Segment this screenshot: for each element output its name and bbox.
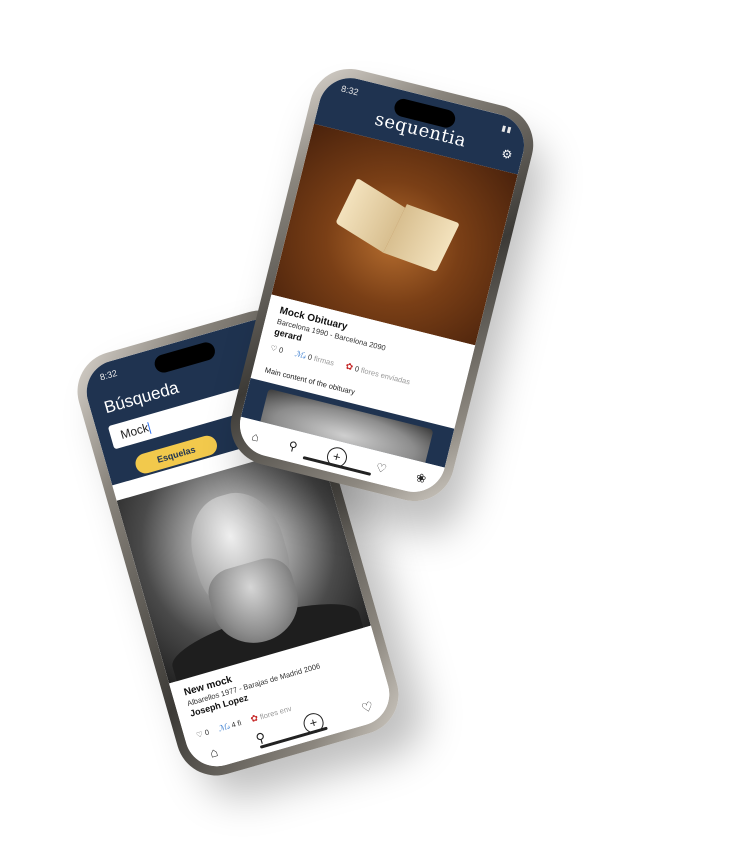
home-icon[interactable]: ⌂ <box>250 429 260 444</box>
obituary-screen: 8:32 ▮▮ sequentia ⚙ Mock Obituary Barcel… <box>233 71 531 499</box>
book-image <box>332 177 460 280</box>
flower-icon: ✿ <box>344 360 355 373</box>
search-icon[interactable]: ⚲ <box>287 438 299 454</box>
heart-icon[interactable]: ♡ <box>374 460 388 476</box>
signatures-count: 0 <box>307 351 314 362</box>
flower-nav-icon[interactable]: ❀ <box>415 470 428 486</box>
home-icon[interactable]: ⌂ <box>208 744 220 761</box>
like-button[interactable]: ♡ 0 <box>270 343 285 355</box>
like-count: 0 <box>278 345 285 355</box>
phone-obituary: 8:32 ▮▮ sequentia ⚙ Mock Obituary Barcel… <box>222 60 542 510</box>
heart-icon[interactable]: ♡ <box>360 698 376 717</box>
signature-icon: ℳ𝓈 <box>293 348 308 361</box>
heart-icon: ♡ <box>269 343 279 354</box>
search-input-value: Mock <box>118 420 151 442</box>
